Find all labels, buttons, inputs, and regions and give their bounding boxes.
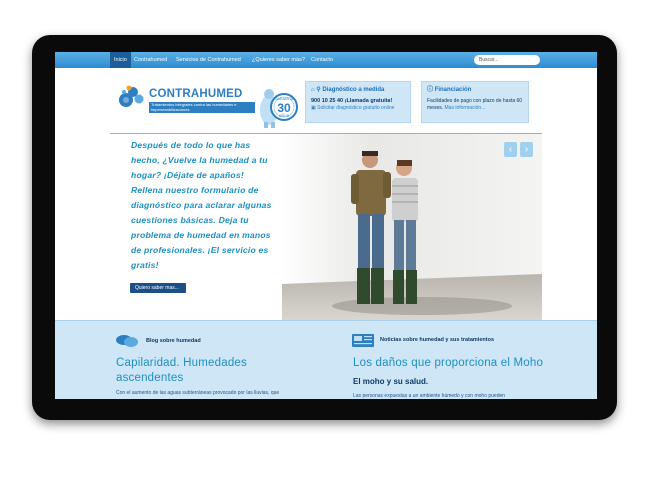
- nav-item-servicios[interactable]: Servicios de Contrahumed: [172, 52, 245, 68]
- guarantee-badge: GARANTÍA 30 AÑOS: [260, 89, 298, 128]
- promo-phone[interactable]: 900 10 25 40 ¡Llamada gratuita!: [311, 98, 405, 104]
- promo-financiacion-title: Financiación: [434, 87, 472, 93]
- slider-prev-button[interactable]: ‹: [504, 142, 517, 157]
- news-post-title[interactable]: Los daños que proporciona el Moho: [353, 356, 543, 371]
- blog-post-title[interactable]: Capilaridad. Humedades ascendentes: [116, 356, 286, 386]
- slider-next-button[interactable]: ›: [520, 142, 533, 157]
- brand-name[interactable]: CONTRAHUMED: [149, 88, 243, 100]
- promo-diagnostico: ⌂ ⚲ Diagnóstico a medida 900 10 25 40 ¡L…: [305, 81, 411, 123]
- promo-diagnostico-link[interactable]: ▣ Solicitar diagnóstico gratuito online: [311, 105, 405, 111]
- promo-diagnostico-heading: ⌂ ⚲ Diagnóstico a medida: [311, 86, 405, 94]
- browser-screen: Inicio Contrahumed Servicios de Contrahu…: [55, 52, 597, 399]
- news-post-subtitle: El moho y su salud.: [353, 377, 429, 386]
- hero-text: Después de todo lo que has hecho, ¿Vuelv…: [131, 140, 272, 270]
- news-section-label: Noticias sobre humedad y sus tratamiento…: [380, 337, 495, 343]
- speech-bubbles-icon: [116, 335, 138, 347]
- search-icon: ⚲: [316, 87, 321, 93]
- document-icon: ▣: [311, 105, 316, 111]
- promo-financiacion-heading: ⓘ Financiación: [427, 86, 523, 94]
- badge-line2: AÑOS: [279, 113, 290, 118]
- nav-item-contacto[interactable]: Contacto: [307, 52, 337, 68]
- hero-photo: [282, 134, 542, 320]
- newspaper-icon: [352, 334, 374, 347]
- brand-tagline: Tratamientos integrales contra las humed…: [149, 102, 255, 113]
- badge-number: 30: [277, 101, 291, 115]
- nav-item-contrahumed[interactable]: Contrahumed: [130, 52, 171, 68]
- news-post-excerpt: Las personas expuestas a un ambiente húm…: [353, 393, 506, 399]
- promo-diagnostico-title: Diagnóstico a medida: [322, 87, 385, 93]
- promo-diagnostico-link-label[interactable]: Solicitar diagnóstico gratuito online: [317, 105, 394, 111]
- promo-financiacion-text: Facilidades de pago con plazo de hasta 6…: [427, 98, 523, 111]
- hero-cta-button[interactable]: Quiero saber mas...: [130, 283, 186, 293]
- promo-financiacion: ⓘ Financiación Facilidades de pago con p…: [421, 81, 529, 123]
- logo-drops-icon: [119, 85, 144, 107]
- nav-item-inicio[interactable]: Inicio: [110, 52, 131, 68]
- top-nav: Inicio Contrahumed Servicios de Contrahu…: [55, 52, 597, 68]
- lower-panel: Blog sobre humedad Capilaridad. Humedade…: [55, 320, 597, 399]
- blog-post-excerpt: Con el aumento de las aguas subterráneas…: [116, 390, 280, 396]
- promo-financiacion-more-link[interactable]: Mas información...: [445, 105, 486, 111]
- nav-item-saber-mas[interactable]: ¿Quieres saber más?: [248, 52, 309, 68]
- info-icon: ⓘ: [427, 87, 434, 93]
- search-input[interactable]: Buscar...: [474, 55, 540, 65]
- home-icon: ⌂: [311, 87, 315, 93]
- blog-section-label: Blog sobre humedad: [146, 338, 201, 344]
